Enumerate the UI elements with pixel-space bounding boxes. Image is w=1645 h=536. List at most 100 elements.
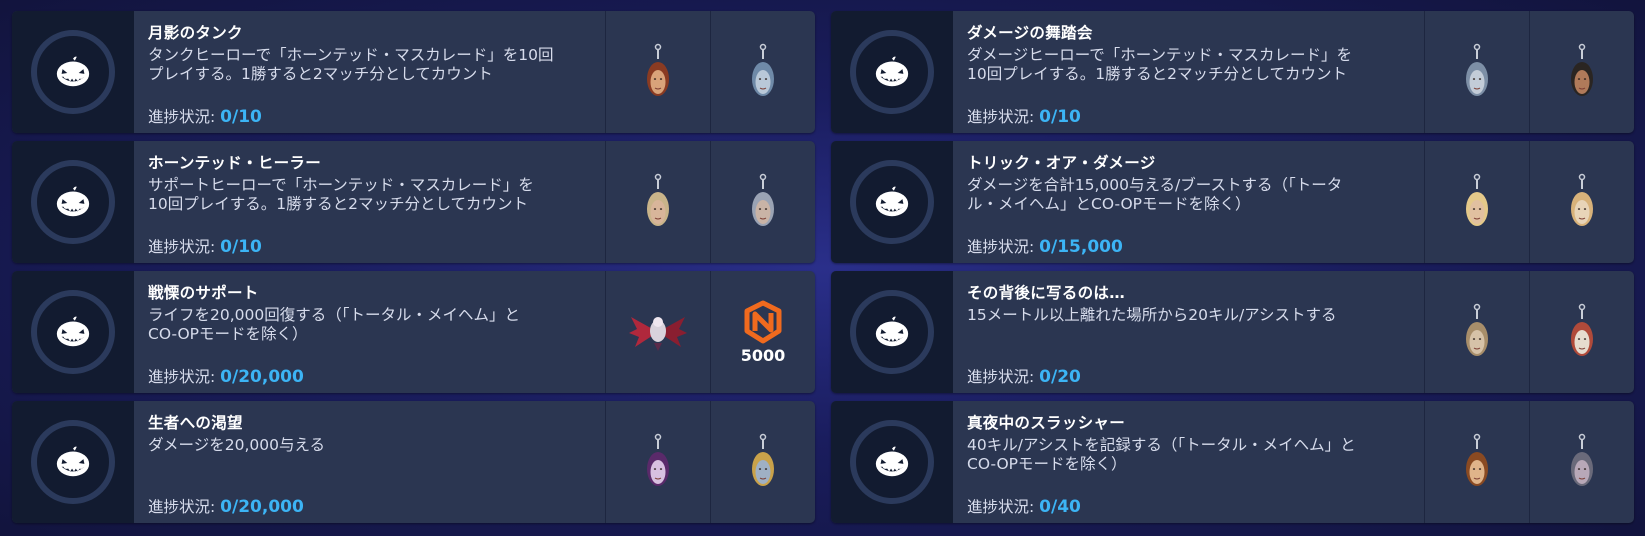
challenge-icon-ring [850, 290, 934, 374]
progress-total: 20,000 [238, 497, 304, 517]
progress-label: 進捗状況: [148, 238, 221, 256]
progress-total: 15,000 [1057, 237, 1123, 257]
challenge-icon-panel [12, 141, 134, 263]
challenge-info: トリック・オア・ダメージ ダメージを合計15,000与える/ブーストする（「トー… [953, 141, 1424, 263]
description-line: 10回プレイする。1勝すると2マッチ分としてカウント [967, 65, 1347, 83]
challenge-icon-ring [850, 160, 934, 244]
challenge-progress: 進捗状況: 0/15,000 [967, 235, 1123, 257]
hero-charm-icon [647, 43, 669, 96]
reward-slot-1[interactable] [1424, 141, 1529, 263]
challenge-card-3[interactable]: ホーンテッド・ヒーラー サポートヒーローで「ホーンテッド・マスカレード」を 10回… [12, 141, 815, 263]
reward-slot-2[interactable] [1529, 141, 1634, 263]
challenge-title: 生者への渇望 [148, 414, 243, 432]
challenge-info: その背後に写るのは… 15メートル以上離れた場所から20キル/アシストする 進捗… [953, 271, 1424, 393]
description-line: ダメージヒーローで「ホーンテッド・マスカレード」を [967, 46, 1353, 64]
challenge-card-2[interactable]: ダメージの舞踏会 ダメージヒーローで「ホーンテッド・マスカレード」を 10回プレイ… [831, 11, 1634, 133]
progress-total: 40 [1057, 497, 1081, 517]
progress-label: 進捗状況: [967, 498, 1040, 516]
reward-slot-1[interactable] [605, 401, 710, 523]
progress-current: 0 [1039, 107, 1051, 127]
description-line: 40キル/アシストを記録する（「トータル・メイヘム」と [967, 436, 1356, 454]
challenge-card-4[interactable]: トリック・オア・ダメージ ダメージを合計15,000与える/ブーストする（「トー… [831, 141, 1634, 263]
description-line: タンクヒーローで「ホーンテッド・マスカレード」を10回 [148, 46, 554, 64]
challenge-title: 戦慄のサポート [148, 284, 259, 302]
challenge-info: ダメージの舞踏会 ダメージヒーローで「ホーンテッド・マスカレード」を 10回プレイ… [953, 11, 1424, 133]
jack-o-lantern-icon [56, 186, 90, 217]
reward-slot-1[interactable] [605, 141, 710, 263]
challenge-card-8[interactable]: 真夜中のスラッシャー 40キル/アシストを記録する（「トータル・メイヘム」と CO… [831, 401, 1634, 523]
challenge-progress: 進捗状況: 0/10 [967, 105, 1081, 127]
challenge-icon-ring [850, 420, 934, 504]
challenge-icon-ring [31, 290, 115, 374]
hero-charm-icon [1571, 173, 1593, 226]
progress-label: 進捗状況: [967, 108, 1040, 126]
challenge-icon-ring [31, 160, 115, 244]
description-line: ダメージを合計15,000与える/ブーストする（「トータ [967, 176, 1343, 194]
progress-label: 進捗状況: [967, 368, 1040, 386]
reward-slot-2[interactable] [710, 11, 815, 133]
description-line: CO-OPモードを除く） [148, 325, 308, 343]
progress-current: 0 [1039, 367, 1051, 387]
reward-slot-2[interactable] [710, 141, 815, 263]
reward-slot-2[interactable]: 5000 [710, 271, 815, 393]
challenge-icon-panel [831, 141, 953, 263]
hero-charm-icon [1571, 303, 1593, 356]
progress-total: 10 [238, 107, 262, 127]
challenge-icon-panel [12, 401, 134, 523]
challenge-description: 40キル/アシストを記録する（「トータル・メイヘム」と CO-OPモードを除く） [967, 436, 1410, 474]
challenge-title: 月影のタンク [148, 24, 243, 42]
reward-value: 5000 [740, 345, 786, 365]
progress-label: 進捗状況: [148, 108, 221, 126]
progress-current: 0 [1039, 497, 1051, 517]
challenge-description: タンクヒーローで「ホーンテッド・マスカレード」を10回 プレイする。1勝すると2マ… [148, 46, 591, 84]
progress-current: 0 [220, 237, 232, 257]
challenge-description: 15メートル以上離れた場所から20キル/アシストする [967, 306, 1410, 325]
challenge-card-6[interactable]: その背後に写るのは… 15メートル以上離れた場所から20キル/アシストする 進捗… [831, 271, 1634, 393]
progress-current: 0 [220, 107, 232, 127]
hero-charm-icon [647, 433, 669, 486]
hero-charm-icon [1466, 173, 1488, 226]
description-line: 15メートル以上離れた場所から20キル/アシストする [967, 306, 1337, 324]
reward-slot-2[interactable] [1529, 401, 1634, 523]
reward-slot-1[interactable] [1424, 401, 1529, 523]
progress-label: 進捗状況: [967, 238, 1040, 256]
winged-spray-icon [629, 317, 687, 351]
challenge-grid: 月影のタンク タンクヒーローで「ホーンテッド・マスカレード」を10回 プレイする。… [12, 11, 1634, 526]
jack-o-lantern-icon [875, 56, 909, 87]
challenge-info: 生者への渇望 ダメージを20,000与える 進捗状況: 0/20,000 [134, 401, 605, 523]
challenge-progress: 進捗状況: 0/40 [967, 495, 1081, 517]
progress-current: 0 [220, 367, 232, 387]
description-line: プレイする。1勝すると2マッチ分としてカウント [148, 65, 493, 83]
reward-slot-2[interactable] [1529, 11, 1634, 133]
jack-o-lantern-icon [56, 446, 90, 477]
progress-total: 10 [238, 237, 262, 257]
challenge-card-7[interactable]: 生者への渇望 ダメージを20,000与える 進捗状況: 0/20,000 [12, 401, 815, 523]
progress-current: 0 [220, 497, 232, 517]
challenge-icon-panel [831, 401, 953, 523]
reward-slot-2[interactable] [710, 401, 815, 523]
description-line: CO-OPモードを除く） [967, 455, 1127, 473]
challenge-card-5[interactable]: 戦慄のサポート ライフを20,000回復する（「トータル・メイヘム」と CO-OP… [12, 271, 815, 393]
challenge-card-1[interactable]: 月影のタンク タンクヒーローで「ホーンテッド・マスカレード」を10回 プレイする。… [12, 11, 815, 133]
reward-slot-1[interactable] [1424, 271, 1529, 393]
currency-badge-icon [744, 300, 782, 343]
reward-slot-1[interactable] [605, 11, 710, 133]
challenge-title: その背後に写るのは… [967, 284, 1126, 302]
challenge-progress: 進捗状況: 0/20,000 [148, 495, 304, 517]
challenge-description: ライフを20,000回復する（「トータル・メイヘム」と CO-OPモードを除く） [148, 306, 591, 344]
jack-o-lantern-icon [875, 316, 909, 347]
jack-o-lantern-icon [875, 446, 909, 477]
hero-charm-icon [1571, 433, 1593, 486]
progress-total: 20 [1057, 367, 1081, 387]
challenge-icon-panel [831, 271, 953, 393]
reward-slot-1[interactable] [605, 271, 710, 393]
progress-current: 0 [1039, 237, 1051, 257]
hero-charm-icon [752, 43, 774, 96]
challenge-progress: 進捗状況: 0/20 [967, 365, 1081, 387]
reward-slot-1[interactable] [1424, 11, 1529, 133]
description-line: ダメージを20,000与える [148, 436, 325, 454]
reward-slot-2[interactable] [1529, 271, 1634, 393]
challenge-title: ホーンテッド・ヒーラー [148, 154, 322, 172]
challenge-icon-ring [31, 30, 115, 114]
challenge-icon-panel [831, 11, 953, 133]
